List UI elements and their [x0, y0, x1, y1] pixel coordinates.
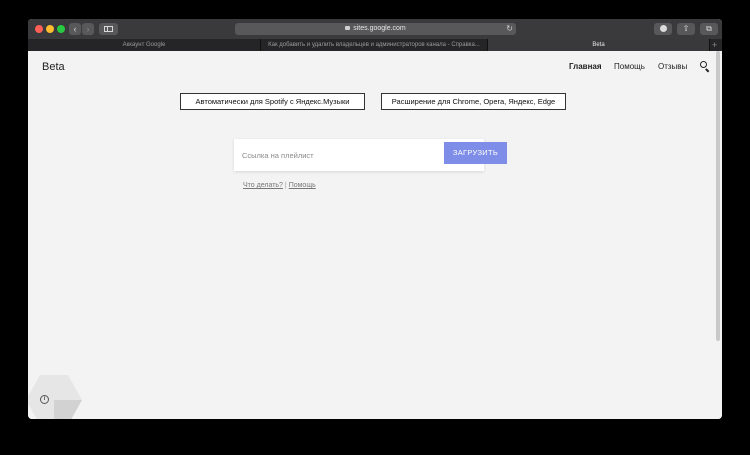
address-bar[interactable]: sites.google.com ↻: [235, 23, 516, 35]
chevron-left-icon: ‹: [73, 24, 77, 34]
playlist-form: ЗАГРУЗИТЬ: [234, 139, 507, 171]
address-text: sites.google.com: [353, 25, 406, 32]
sidebar-icon: [104, 26, 113, 32]
site-title[interactable]: Beta: [42, 61, 65, 73]
browser-extension-button[interactable]: Расширение для Chrome, Opera, Яндекс, Ed…: [381, 93, 566, 110]
tab-google-account[interactable]: Аккаунт Google: [28, 39, 261, 51]
browser-window: ‹ › sites.google.com ↻ ⇧ ⧉ Аккаунт Googl…: [28, 19, 722, 419]
chevron-right-icon: ›: [86, 24, 90, 34]
back-button[interactable]: ‹: [69, 23, 81, 35]
maximize-window-button[interactable]: [57, 25, 65, 33]
tab-bar: Аккаунт Google Как добавить и удалить вл…: [28, 39, 722, 51]
plus-icon[interactable]: +: [712, 39, 717, 51]
nav-home[interactable]: Главная: [569, 62, 602, 71]
search-icon[interactable]: [700, 61, 710, 73]
share-button[interactable]: ⇧: [677, 23, 695, 35]
what-to-do-link[interactable]: Что делать?: [243, 182, 283, 189]
nav-reviews[interactable]: Отзывы: [658, 62, 687, 71]
tabs-overview-icon: ⧉: [706, 24, 712, 33]
help-link[interactable]: Помощь: [289, 182, 316, 189]
lock-icon: [345, 26, 351, 30]
download-icon: [659, 25, 667, 32]
scrollbar[interactable]: [716, 51, 720, 341]
help-links: Что делать? | Помощь: [243, 182, 316, 189]
reload-icon[interactable]: ↻: [506, 23, 513, 35]
page-content: Beta Главная Помощь Отзывы Автоматически…: [28, 51, 722, 419]
help-separator: |: [284, 182, 287, 189]
spotify-yandex-button[interactable]: Автоматически для Spotify с Яндекс.Музык…: [180, 93, 365, 110]
site-info-badge[interactable]: i: [28, 375, 82, 419]
tabs-overview-button[interactable]: ⧉: [700, 23, 718, 35]
info-icon[interactable]: i: [40, 395, 49, 404]
download-button[interactable]: [654, 23, 672, 35]
minimize-window-button[interactable]: [46, 25, 54, 33]
close-window-button[interactable]: [35, 25, 43, 33]
share-icon: ⇧: [682, 24, 690, 33]
titlebar: ‹ › sites.google.com ↻ ⇧ ⧉: [28, 19, 722, 39]
sidebar-toggle-button[interactable]: [99, 23, 118, 35]
forward-button[interactable]: ›: [82, 23, 94, 35]
playlist-link-input[interactable]: [242, 149, 432, 161]
tab-beta[interactable]: Beta: [488, 39, 710, 51]
tab-help-article[interactable]: Как добавить и удалить владельцев и адми…: [261, 39, 488, 51]
nav-help[interactable]: Помощь: [614, 62, 645, 71]
upload-button[interactable]: ЗАГРУЗИТЬ: [444, 142, 507, 164]
